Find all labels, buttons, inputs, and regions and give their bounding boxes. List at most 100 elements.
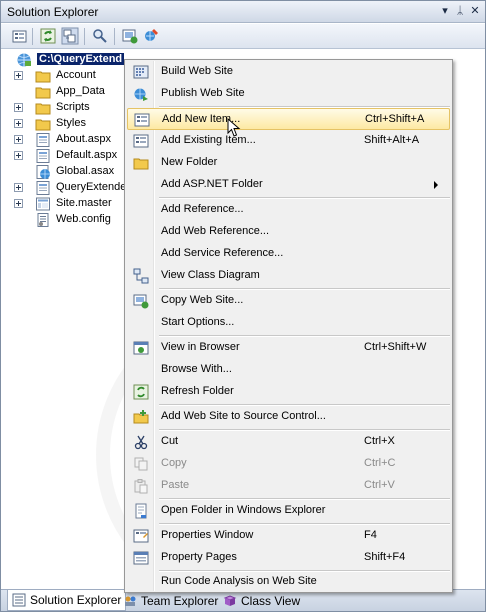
- menu-item-view-in-browser[interactable]: View in Browser Ctrl+Shift+W: [127, 337, 450, 359]
- menu-separator: [159, 523, 450, 525]
- menu-item-label: Properties Window: [161, 529, 254, 541]
- menu-item-paste[interactable]: Paste Ctrl+V: [127, 475, 450, 497]
- open-folder-icon: [133, 503, 149, 519]
- tree-item-about-aspx[interactable]: About.aspx: [14, 132, 134, 148]
- menu-item-shortcut: Shift+F4: [364, 551, 406, 563]
- menu-item-label: Add Existing Item...: [161, 134, 256, 146]
- expand-icon[interactable]: [14, 183, 23, 192]
- copy-web-site-icon[interactable]: [121, 27, 139, 45]
- menu-item-view-class-diagram[interactable]: View Class Diagram: [127, 265, 450, 287]
- expand-icon[interactable]: [14, 151, 23, 160]
- web-form-icon: [35, 148, 51, 164]
- expand-icon[interactable]: [14, 103, 23, 112]
- menu-item-add-new-item[interactable]: Add New Item... Ctrl+Shift+A: [127, 108, 450, 130]
- menu-item-open-folder-in-explorer[interactable]: Open Folder in Windows Explorer: [127, 500, 450, 522]
- menu-item-label: Property Pages: [161, 551, 237, 563]
- menu-item-copy-web-site[interactable]: Copy Web Site...: [127, 290, 450, 312]
- folder-icon: [35, 116, 51, 132]
- menu-item-browse-with[interactable]: Browse With...: [127, 359, 450, 381]
- menu-item-add-web-reference[interactable]: Add Web Reference...: [127, 221, 450, 243]
- menu-item-start-options[interactable]: Start Options...: [127, 312, 450, 334]
- submenu-arrow-icon: [434, 181, 438, 189]
- expand-icon[interactable]: [14, 199, 23, 208]
- folder-icon: [35, 84, 51, 100]
- menu-item-label: Publish Web Site: [161, 87, 245, 99]
- tab-team-explorer[interactable]: Team Explorer: [119, 590, 222, 611]
- menu-item-label: Start Options...: [161, 316, 235, 328]
- expand-icon[interactable]: [14, 119, 23, 128]
- menu-item-shortcut: Ctrl+X: [364, 435, 395, 447]
- tree-item-scripts[interactable]: Scripts: [14, 100, 134, 116]
- menu-item-publish-web-site[interactable]: Publish Web Site: [127, 83, 450, 105]
- menu-separator: [159, 498, 450, 500]
- class-view-icon: [223, 594, 237, 608]
- new-folder-icon: [133, 155, 149, 171]
- properties-window-icon: [133, 528, 149, 544]
- auto-hide-pin-icon[interactable]: ᛦ: [453, 4, 467, 18]
- menu-item-add-reference[interactable]: Add Reference...: [127, 199, 450, 221]
- tree-item-label: Global.asax: [56, 165, 115, 177]
- web-site-globe-icon: [16, 52, 32, 68]
- tab-solution-explorer[interactable]: Solution Explorer: [7, 590, 127, 611]
- menu-item-label: View Class Diagram: [161, 269, 260, 281]
- view-class-diagram-icon[interactable]: [91, 27, 109, 45]
- web-form-icon: [35, 132, 51, 148]
- tree-item-global-asax[interactable]: Global.asax: [14, 164, 134, 180]
- menu-item-add-existing-item[interactable]: Add Existing Item... Shift+Alt+A: [127, 130, 450, 152]
- menu-item-label: Open Folder in Windows Explorer: [161, 504, 326, 516]
- tree-item-label: Scripts: [56, 101, 90, 113]
- menu-item-label: Add Service Reference...: [161, 247, 284, 259]
- tree-item-app-data[interactable]: App_Data: [14, 84, 134, 100]
- menu-item-add-to-source-control[interactable]: Add Web Site to Source Control...: [127, 406, 450, 428]
- nest-files-icon[interactable]: [61, 27, 79, 45]
- tree-item-site-master[interactable]: Site.master: [14, 196, 134, 212]
- tree-item-label: Default.aspx: [56, 149, 118, 161]
- refresh-icon: [133, 384, 149, 400]
- menu-item-shortcut: Shift+Alt+A: [364, 134, 420, 146]
- tab-class-view[interactable]: Class View: [219, 590, 304, 611]
- menu-separator: [159, 429, 450, 431]
- menu-item-cut[interactable]: Cut Ctrl+X: [127, 431, 450, 453]
- tree-item-label: QueryExtende: [56, 181, 127, 193]
- menu-separator: [159, 335, 450, 337]
- menu-item-copy[interactable]: Copy Ctrl+C: [127, 453, 450, 475]
- menu-item-label: Cut: [161, 435, 179, 447]
- menu-item-new-folder[interactable]: New Folder: [127, 152, 450, 174]
- context-menu: Build Web Site Publish Web Site Add New …: [124, 59, 453, 593]
- menu-item-label: Build Web Site: [161, 65, 233, 77]
- menu-item-label: Refresh Folder: [161, 385, 234, 397]
- team-explorer-icon: [123, 594, 137, 608]
- menu-item-properties-window[interactable]: Properties Window F4: [127, 525, 450, 547]
- menu-item-add-service-reference[interactable]: Add Service Reference...: [127, 243, 450, 265]
- menu-item-shortcut: Ctrl+C: [364, 457, 396, 469]
- menu-item-label: Copy Web Site...: [161, 294, 244, 306]
- tree-item-queryextender[interactable]: QueryExtende: [14, 180, 134, 196]
- menu-item-shortcut: Ctrl+V: [364, 479, 395, 491]
- menu-item-shortcut: Ctrl+Shift+A: [365, 113, 425, 125]
- expand-icon[interactable]: [14, 71, 23, 80]
- menu-item-run-code-analysis[interactable]: Run Code Analysis on Web Site: [127, 571, 450, 593]
- asp-net-configuration-icon[interactable]: [142, 27, 160, 45]
- toolbar-separator: [84, 28, 85, 45]
- menu-item-property-pages[interactable]: Property Pages Shift+F4: [127, 547, 450, 569]
- menu-item-add-asp-net-folder[interactable]: Add ASP.NET Folder: [127, 174, 450, 196]
- menu-item-refresh-folder[interactable]: Refresh Folder: [127, 381, 450, 403]
- tree-item-account[interactable]: Account: [14, 68, 134, 84]
- tree-item-styles[interactable]: Styles: [14, 116, 134, 132]
- expand-icon[interactable]: [14, 135, 23, 144]
- window-position-dropdown-icon[interactable]: ▾: [438, 4, 452, 18]
- title-bar: Solution Explorer ▾ ᛦ ✕: [1, 1, 485, 23]
- properties-icon[interactable]: [11, 27, 29, 45]
- solution-explorer-icon: [12, 593, 26, 607]
- close-icon[interactable]: ✕: [468, 4, 482, 18]
- tree-item-web-config[interactable]: Web.config: [14, 212, 134, 228]
- tree-item-label: Web.config: [56, 213, 111, 225]
- tab-label: Solution Explorer: [30, 593, 122, 607]
- tree-item-label: About.aspx: [56, 133, 112, 145]
- master-page-icon: [35, 196, 51, 212]
- tree-item-default-aspx[interactable]: Default.aspx: [14, 148, 134, 164]
- menu-item-label: Add Web Reference...: [161, 225, 270, 237]
- menu-item-build-web-site[interactable]: Build Web Site: [127, 61, 450, 83]
- menu-item-label: Paste: [161, 479, 190, 491]
- refresh-icon[interactable]: [39, 27, 57, 45]
